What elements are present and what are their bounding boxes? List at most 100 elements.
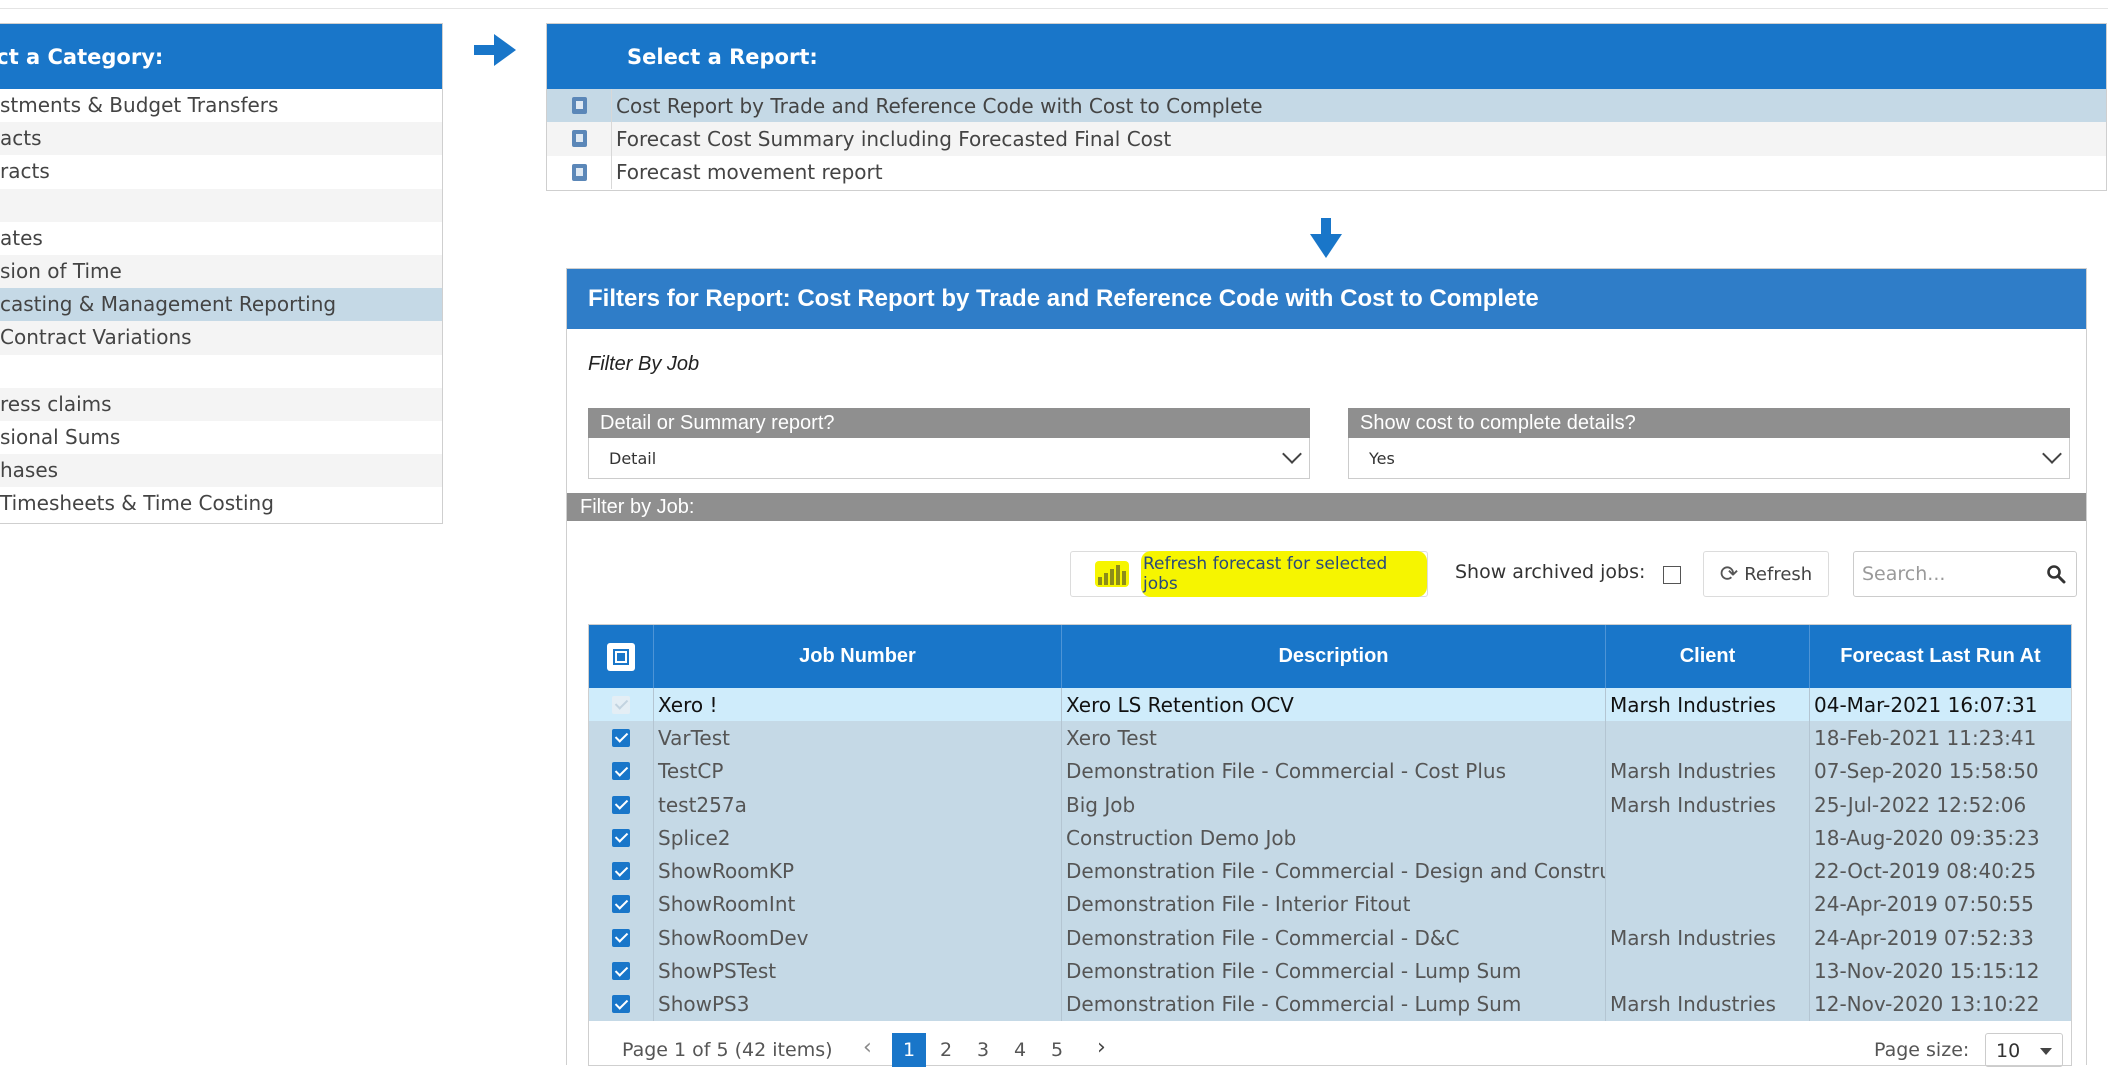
category-item[interactable]: Contract Variations [0, 321, 442, 355]
description-cell: Demonstration File - Commercial - Cost P… [1062, 754, 1606, 788]
top-divider [0, 8, 2108, 9]
row-checkbox[interactable] [612, 828, 630, 847]
table-row[interactable]: TestCP Demonstration File - Commercial -… [589, 754, 2071, 788]
caret-down-icon [2040, 1048, 2052, 1055]
table-row[interactable]: ShowRoomInt Demonstration File - Interio… [589, 887, 2071, 922]
select-all-checkbox[interactable] [607, 642, 635, 671]
report-icon-cell [547, 89, 612, 123]
row-checkbox-cell [589, 921, 654, 955]
report-doc-icon [571, 163, 587, 181]
detail-summary-select[interactable]: Detail [588, 438, 1310, 479]
page-size-select[interactable]: 10 [1985, 1033, 2063, 1067]
category-item[interactable]: hases [0, 454, 442, 488]
category-item[interactable] [0, 188, 442, 222]
forecast-cell: 12-Nov-2020 13:10:22 [1814, 992, 2040, 1017]
table-row[interactable]: Splice2 Construction Demo Job 18-Aug-202… [589, 821, 2071, 855]
job-number-cell: ShowPSTest [654, 954, 1062, 988]
filter-by-job-bar: Filter by Job: [567, 493, 2086, 521]
column-forecast-last-run[interactable]: Forecast Last Run At [1810, 625, 2071, 688]
row-checkbox[interactable] [612, 795, 630, 814]
client-cell: Marsh Industries [1606, 787, 1810, 822]
table-row[interactable]: ShowPS3 Demonstration File - Commercial … [589, 987, 2071, 1021]
refresh-button[interactable]: ⟳ Refresh [1703, 551, 1829, 597]
client-cell: Marsh Industries [1606, 688, 1810, 722]
report-item[interactable]: Forecast movement report [547, 155, 2106, 189]
table-row[interactable]: ShowRoomKP Demonstration File - Commerci… [589, 854, 2071, 888]
category-list: stments & Budget Transfers acts racts at… [0, 89, 442, 520]
grid-header: Job Number Description Client Forecast L… [589, 625, 2071, 688]
page-button-5[interactable]: 5 [1040, 1033, 1074, 1067]
column-description[interactable]: Description [1062, 625, 1606, 688]
description-cell: Demonstration File - Commercial - Design… [1062, 854, 1606, 888]
category-item[interactable]: ress claims [0, 387, 442, 421]
row-checkbox[interactable] [612, 762, 630, 781]
report-doc-icon [571, 130, 587, 148]
show-archived-checkbox[interactable] [1663, 566, 1681, 584]
report-item-selected[interactable]: Cost Report by Trade and Reference Code … [547, 89, 2106, 123]
pager-info: Page 1 of 5 (42 items) [622, 1039, 833, 1061]
category-item[interactable] [0, 355, 442, 388]
job-number-cell: Xero ! [654, 688, 1062, 722]
row-checkbox[interactable] [612, 862, 630, 881]
category-item[interactable]: sional Sums [0, 421, 442, 454]
category-item[interactable]: acts [0, 122, 442, 156]
description-cell: Demonstration File - Interior Fitout [1062, 887, 1606, 922]
client-cell: Marsh Industries [1606, 921, 1810, 955]
row-checkbox[interactable] [612, 995, 630, 1014]
table-row[interactable]: test257a Big Job Marsh Industries 25-Jul… [589, 787, 2071, 822]
page-button-2[interactable]: 2 [929, 1033, 963, 1067]
cost-complete-select[interactable]: Yes [1348, 438, 2070, 479]
filter-by-label: Filter By Job [588, 353, 700, 375]
report-item-label: Forecast movement report [616, 160, 883, 185]
row-checkbox-cell [589, 787, 654, 822]
category-item[interactable]: racts [0, 155, 442, 188]
client-cell [1606, 854, 1810, 888]
table-row[interactable]: ShowRoomDev Demonstration File - Commerc… [589, 921, 2071, 955]
category-panel: ect a Category: stments & Budget Transfe… [0, 23, 443, 524]
refresh-forecast-label: Refresh forecast for selected jobs [1141, 551, 1427, 597]
row-checkbox[interactable] [612, 728, 630, 747]
forecast-cell: 24-Apr-2019 07:50:55 [1814, 892, 2034, 917]
page-button-4[interactable]: 4 [1003, 1033, 1037, 1067]
forecast-cell: 22-Oct-2019 08:40:25 [1814, 859, 2037, 884]
row-checkbox[interactable] [612, 695, 630, 714]
row-checkbox-cell [589, 754, 654, 788]
row-checkbox[interactable] [612, 895, 630, 914]
chevron-right-icon[interactable]: › [1097, 1035, 1106, 1060]
description-cell: Construction Demo Job [1062, 821, 1606, 855]
table-row[interactable]: Xero ! Xero LS Retention OCV Marsh Indus… [589, 688, 2071, 722]
description-cell: Big Job [1062, 787, 1606, 822]
page-button-3[interactable]: 3 [966, 1033, 1000, 1067]
category-header-label: ect a Category: [0, 44, 164, 69]
forecast-cell: 04-Mar-2021 16:07:31 [1814, 692, 2038, 717]
report-panel: Select a Report: Cost Report by Trade an… [546, 23, 2107, 191]
refresh-forecast-button[interactable]: Refresh forecast for selected jobs [1070, 551, 1428, 597]
client-cell [1606, 887, 1810, 922]
category-item[interactable]: stments & Budget Transfers [0, 89, 442, 122]
category-item[interactable]: sion of Time [0, 254, 442, 289]
forecast-cell: 07-Sep-2020 15:58:50 [1814, 759, 2039, 784]
column-job-number[interactable]: Job Number [654, 625, 1062, 688]
row-checkbox-cell [589, 887, 654, 922]
row-checkbox-cell [589, 688, 654, 722]
row-checkbox[interactable] [612, 928, 630, 947]
row-checkbox[interactable] [612, 962, 630, 981]
table-row[interactable]: ShowPSTest Demonstration File - Commerci… [589, 954, 2071, 988]
detail-summary-title: Detail or Summary report? [588, 408, 1310, 438]
search-input[interactable]: Search... [1853, 551, 2077, 597]
column-client[interactable]: Client [1606, 625, 1810, 688]
cost-complete-value: Yes [1369, 448, 1395, 468]
client-cell: Marsh Industries [1606, 987, 1810, 1021]
chevron-down-icon [1282, 444, 1302, 464]
chevron-left-icon[interactable]: ‹ [863, 1035, 872, 1060]
arrow-down-icon [1310, 218, 1342, 262]
category-item[interactable]: ates [0, 222, 442, 255]
page-button-1[interactable]: 1 [892, 1033, 926, 1067]
client-cell [1606, 954, 1810, 988]
category-item[interactable]: Timesheets & Time Costing [0, 487, 442, 520]
search-icon[interactable] [2046, 564, 2066, 584]
report-item[interactable]: Forecast Cost Summary including Forecast… [547, 122, 2106, 156]
description-cell: Demonstration File - Commercial - Lump S… [1062, 987, 1606, 1021]
category-item-selected[interactable]: casting & Management Reporting [0, 288, 442, 322]
table-row[interactable]: VarTest Xero Test 18-Feb-2021 11:23:41 [589, 721, 2071, 755]
